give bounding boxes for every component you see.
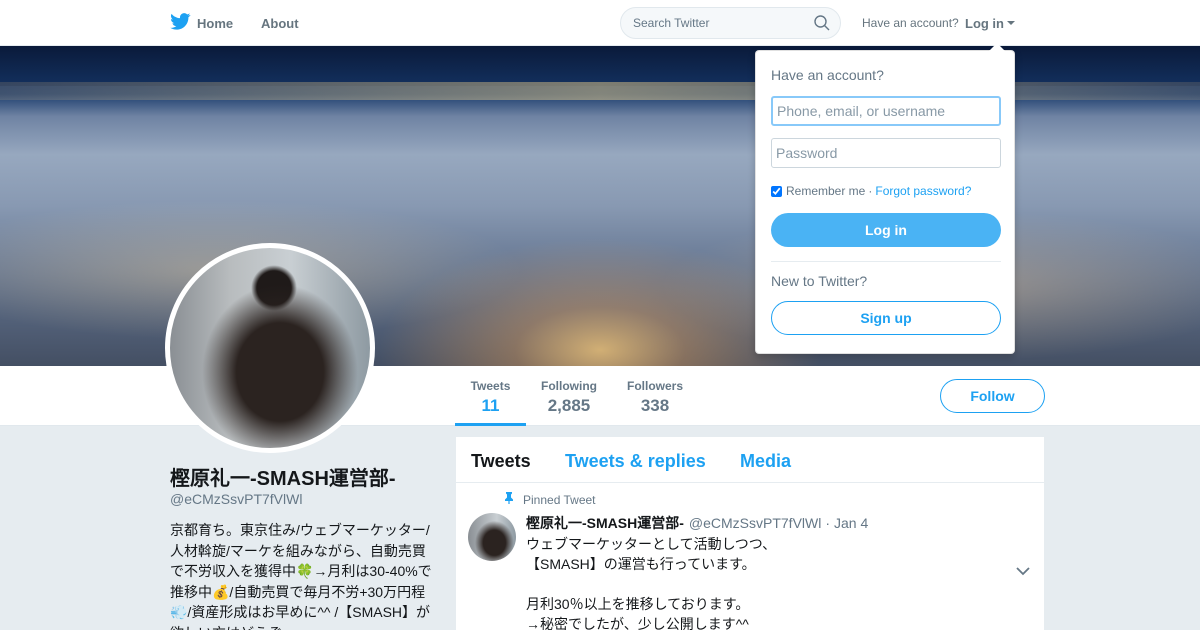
new-to-twitter-label: New to Twitter?	[771, 273, 868, 289]
tab-tweets-replies[interactable]: Tweets & replies	[565, 451, 706, 472]
username-field[interactable]	[771, 96, 1001, 126]
stat-following[interactable]: Following 2,885	[536, 366, 602, 426]
timeline-tabs: Tweets Tweets & replies Media	[456, 437, 1044, 483]
remember-me-label: Remember me	[786, 184, 866, 198]
tweet-fullname[interactable]: 樫原礼一-SMASH運営部-	[526, 513, 684, 533]
nav-home-link[interactable]: Home	[170, 0, 233, 46]
twitter-bird-icon	[170, 13, 197, 33]
remember-separator: ·	[868, 184, 873, 198]
forgot-password-link[interactable]: Forgot password?	[875, 184, 971, 198]
remember-me-checkbox[interactable]	[771, 185, 782, 197]
tweet-separator: ·	[825, 515, 831, 531]
follow-button[interactable]: Follow	[940, 379, 1045, 413]
tweet-header: 樫原礼一-SMASH運営部- @eCMzSsvPT7fVlWl · Jan 4	[526, 513, 868, 533]
dropdown-divider	[771, 261, 1001, 262]
have-account-label: Have an account?	[862, 16, 959, 30]
login-button[interactable]: Log in	[771, 213, 1001, 247]
password-field[interactable]	[771, 138, 1001, 168]
tweet-avatar[interactable]	[468, 513, 516, 561]
remember-me-row: Remember me · Forgot password?	[771, 184, 971, 198]
profile-bio: 京都育ち。東京住み/ウェブマーケッター/人材斡旋/マーケを組みながら、自動売買で…	[170, 522, 432, 630]
search-placeholder: Search Twitter	[633, 16, 710, 30]
tweet-date[interactable]: Jan 4	[834, 515, 868, 531]
caret-down-icon	[1007, 21, 1015, 25]
chevron-down-icon[interactable]	[1016, 563, 1030, 581]
tab-tweets[interactable]: Tweets	[471, 451, 531, 472]
stat-label: Tweets	[470, 379, 511, 393]
nav-about-link[interactable]: About	[261, 0, 299, 46]
banner-shoreline	[0, 82, 1200, 100]
tweet-username[interactable]: @eCMzSsvPT7fVlWl	[689, 515, 821, 531]
stat-value: 11	[481, 396, 500, 415]
tweet-item[interactable]: Pinned Tweet 樫原礼一-SMASH運営部- @eCMzSsvPT7f…	[456, 483, 1044, 630]
top-nav: Home About Search Twitter Have an accoun…	[0, 0, 1200, 46]
tweet-text: ウェブマーケッターとして活動しつつ、 【SMASH】の運営も行っています。 月利…	[526, 536, 777, 630]
banner-sea	[0, 46, 1200, 86]
stat-label: Following	[541, 379, 597, 393]
pinned-text: Pinned Tweet	[523, 492, 596, 507]
pinned-tweet-label: Pinned Tweet	[504, 492, 596, 507]
nav-home-label: Home	[197, 15, 234, 31]
login-menu-link[interactable]: Log in	[965, 0, 1015, 46]
profile-handle[interactable]: @eCMzSsvPT7fVlWl	[170, 491, 302, 507]
dropdown-arrow	[989, 43, 1005, 51]
pin-icon	[504, 492, 523, 507]
stat-label: Followers	[626, 379, 683, 393]
avatar[interactable]	[165, 243, 375, 453]
stat-followers[interactable]: Followers 338	[622, 366, 688, 426]
login-menu-label: Log in	[965, 15, 1004, 31]
stat-value: 338	[640, 396, 670, 415]
signup-button[interactable]: Sign up	[771, 301, 1001, 335]
search-input[interactable]: Search Twitter	[620, 7, 841, 39]
tab-media[interactable]: Media	[740, 451, 791, 472]
search-icon[interactable]	[814, 15, 830, 34]
login-dropdown: Have an account? Remember me · Forgot pa…	[755, 43, 1015, 354]
dropdown-title: Have an account?	[771, 67, 884, 83]
timeline: Tweets Tweets & replies Media Pinned Twe…	[456, 437, 1044, 630]
stat-value: 2,885	[547, 396, 591, 415]
profile-name[interactable]: 樫原礼一-SMASH運営部-	[170, 462, 396, 491]
stat-tweets[interactable]: Tweets 11	[455, 366, 526, 426]
